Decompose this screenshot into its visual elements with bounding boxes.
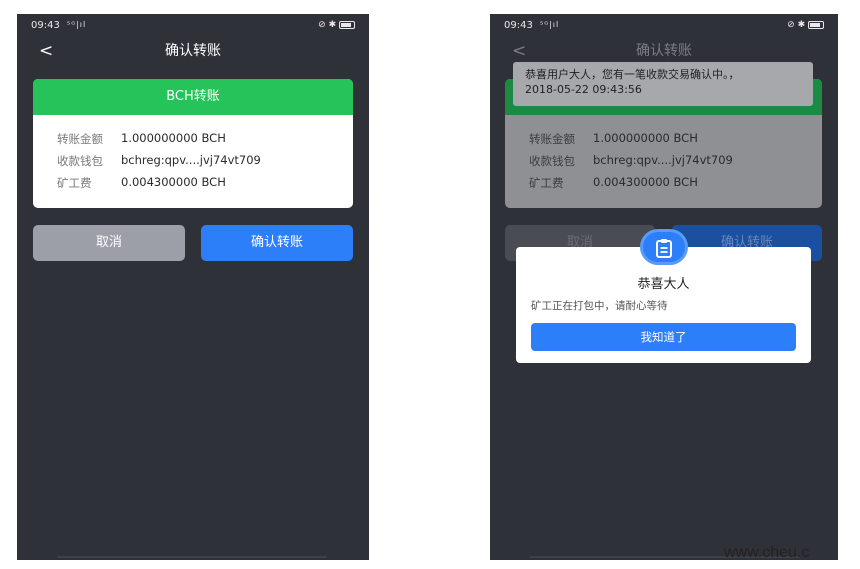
nav-bar: < 确认转账 [17,40,369,64]
row-value: 0.004300000 BCH [593,175,698,189]
row-fee: 矿工费 0.004300000 BCH [57,175,353,197]
cancel-button[interactable]: 取消 [33,225,185,261]
notification-toast: 恭喜用户大人，您有一笔收款交易确认中。， 2018-05-22 09:43:56 [513,62,813,106]
page-title: 确认转账 [636,43,692,59]
home-indicator [57,556,327,558]
row-value: 1.000000000 BCH [121,131,226,145]
status-time: 09:43 [31,20,60,31]
phone-screen-left: 09:43 ⁵ᴳ|ıl ⊘ ✱ < 确认转账 BCH转账 转账金额 1.0000… [17,14,369,560]
clipboard-icon [640,229,688,265]
row-value: bchreg:qpv....jvj74vt709 [593,153,733,167]
watermark: www.cheu.c [724,544,810,561]
row-value: 0.004300000 BCH [121,175,226,189]
nav-bar: < 确认转账 [490,40,838,64]
status-bar: 09:43 ⁵ᴳ|ıl ⊘ ✱ [31,20,355,34]
row-wallet: 收款钱包 bchreg:qpv....jvj74vt709 [529,153,822,175]
toast-message: 恭喜用户大人，您有一笔收款交易确认中。， [525,68,740,81]
toast-timestamp: 2018-05-22 09:43:56 [525,83,642,96]
row-wallet: 收款钱包 bchreg:qpv....jvj74vt709 [57,153,353,175]
status-time: 09:43 [504,20,533,31]
row-label: 收款钱包 [529,154,575,168]
row-fee: 矿工费 0.004300000 BCH [529,175,822,197]
row-label: 收款钱包 [57,154,103,168]
dialog-title: 恭喜大人 [637,277,690,292]
bluetooth-icon: ⊘ ✱ [318,20,337,30]
row-label: 转账金额 [57,132,103,146]
battery-icon [339,20,355,29]
confirm-transfer-button[interactable]: 确认转账 [201,225,353,261]
phone-screen-right: 09:43 ⁵ᴳ|ıl ⊘ ✱ < 确认转账 转账金额 1.000000000 … [490,14,838,560]
signal-icon: ⁵ᴳ|ıl [540,20,560,29]
row-amount: 转账金额 1.000000000 BCH [529,131,822,153]
status-icons: ⊘ ✱ [787,20,824,30]
acknowledge-button[interactable]: 我知道了 [531,323,796,351]
dialog-message: 矿工正在打包中，请耐心等待 [531,300,668,312]
row-amount: 转账金额 1.000000000 BCH [57,131,353,153]
bluetooth-icon: ⊘ ✱ [787,20,806,30]
row-label: 矿工费 [529,176,564,190]
status-bar: 09:43 ⁵ᴳ|ıl ⊘ ✱ [504,20,824,34]
battery-icon [808,20,824,29]
transfer-card: BCH转账 转账金额 1.000000000 BCH 收款钱包 bchreg:q… [33,79,353,208]
row-label: 矿工费 [57,176,92,190]
row-label: 转账金额 [529,132,575,146]
success-dialog: 恭喜大人 矿工正在打包中，请耐心等待 我知道了 [516,229,811,363]
card-header: BCH转账 [33,79,353,115]
page-title: 确认转账 [165,43,221,59]
row-value: bchreg:qpv....jvj74vt709 [121,153,261,167]
row-value: 1.000000000 BCH [593,131,698,145]
status-icons: ⊘ ✱ [318,20,355,30]
signal-icon: ⁵ᴳ|ıl [67,20,87,29]
